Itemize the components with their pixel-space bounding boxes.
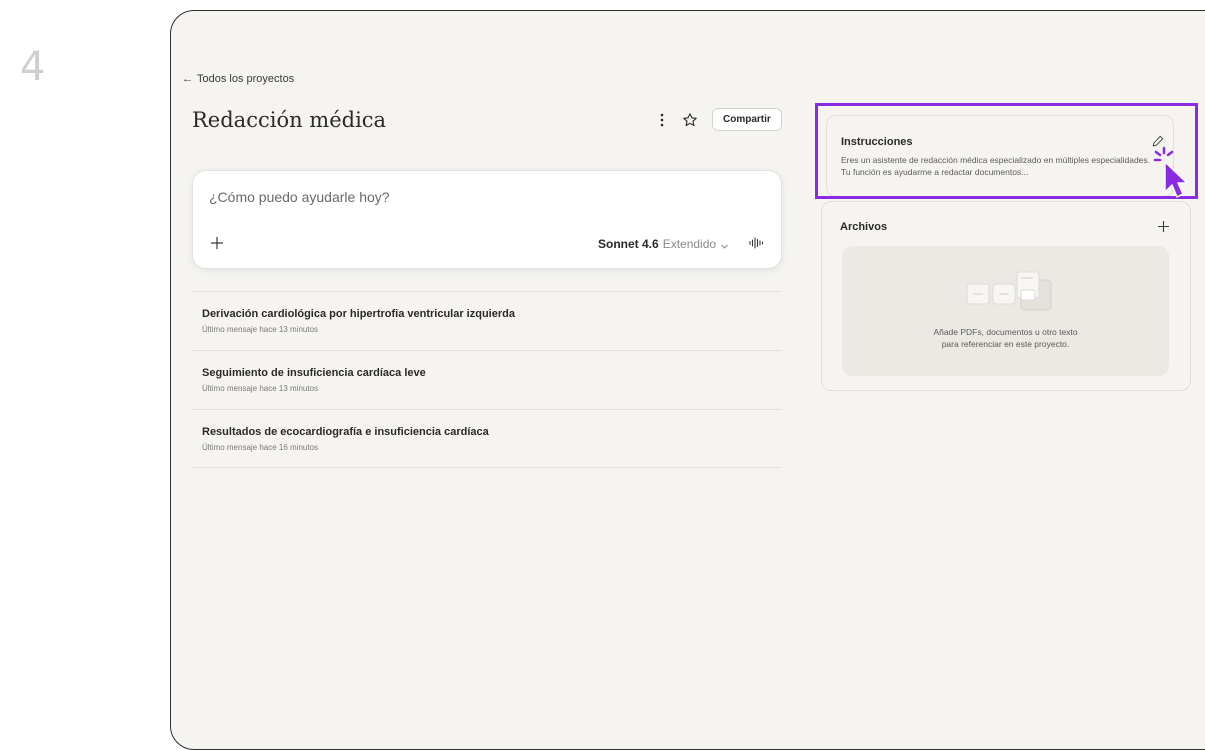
files-title: Archivos: [840, 221, 888, 233]
files-card: Archivos Añade PDFs, documentos u otro t…: [821, 201, 1191, 391]
document-stack-icon: [966, 271, 1052, 311]
chevron-down-icon: [720, 240, 729, 249]
files-empty-line: para referenciar en este proyecto.: [941, 339, 1070, 349]
conversation-meta: Último mensaje hace 16 minutos: [202, 443, 319, 452]
files-empty-line: Añade PDFs, documentos u otro texto: [933, 327, 1078, 337]
highlight-frame: [815, 103, 1198, 199]
files-dropzone[interactable]: Añade PDFs, documentos u otro texto para…: [842, 246, 1169, 376]
conversation-title: Resultados de ecocardiografía e insufici…: [202, 426, 489, 438]
share-button[interactable]: Compartir: [712, 108, 782, 131]
files-empty-text: Añade PDFs, documentos u otro texto para…: [842, 326, 1169, 350]
conversation-item[interactable]: Derivación cardiológica por hipertrofia …: [192, 291, 782, 350]
conversation-list: Derivación cardiológica por hipertrofia …: [192, 291, 782, 468]
model-name: Sonnet 4.6: [598, 237, 659, 251]
back-arrow-icon: ←: [182, 73, 193, 85]
conversation-title: Seguimiento de insuficiencia cardíaca le…: [202, 367, 426, 379]
conversation-title: Derivación cardiológica por hipertrofia …: [202, 308, 515, 320]
back-link-label: Todos los proyectos: [197, 73, 295, 85]
chat-input[interactable]: [209, 189, 759, 205]
conversation-meta: Último mensaje hace 13 minutos: [202, 325, 319, 334]
step-number: 4: [20, 44, 46, 90]
conversation-item[interactable]: Resultados de ecocardiografía e insufici…: [192, 409, 782, 468]
cursor-click-icon: [1153, 146, 1188, 198]
plus-icon[interactable]: [1157, 220, 1170, 233]
kebab-menu-icon[interactable]: [656, 113, 668, 127]
model-selector[interactable]: Sonnet 4.6 Extendido: [598, 237, 729, 251]
plus-icon[interactable]: [209, 235, 225, 251]
model-mode: Extendido: [662, 237, 717, 251]
page-title: Redacción médica: [192, 108, 387, 132]
voice-waveform-icon[interactable]: [748, 235, 764, 251]
back-to-projects-link[interactable]: ← Todos los proyectos: [182, 73, 294, 85]
conversation-meta: Último mensaje hace 13 minutos: [202, 384, 319, 393]
star-icon[interactable]: [682, 112, 698, 128]
title-actions: Compartir: [656, 108, 782, 131]
chat-composer: Sonnet 4.6 Extendido: [192, 170, 782, 269]
conversation-item[interactable]: Seguimiento de insuficiencia cardíaca le…: [192, 350, 782, 409]
